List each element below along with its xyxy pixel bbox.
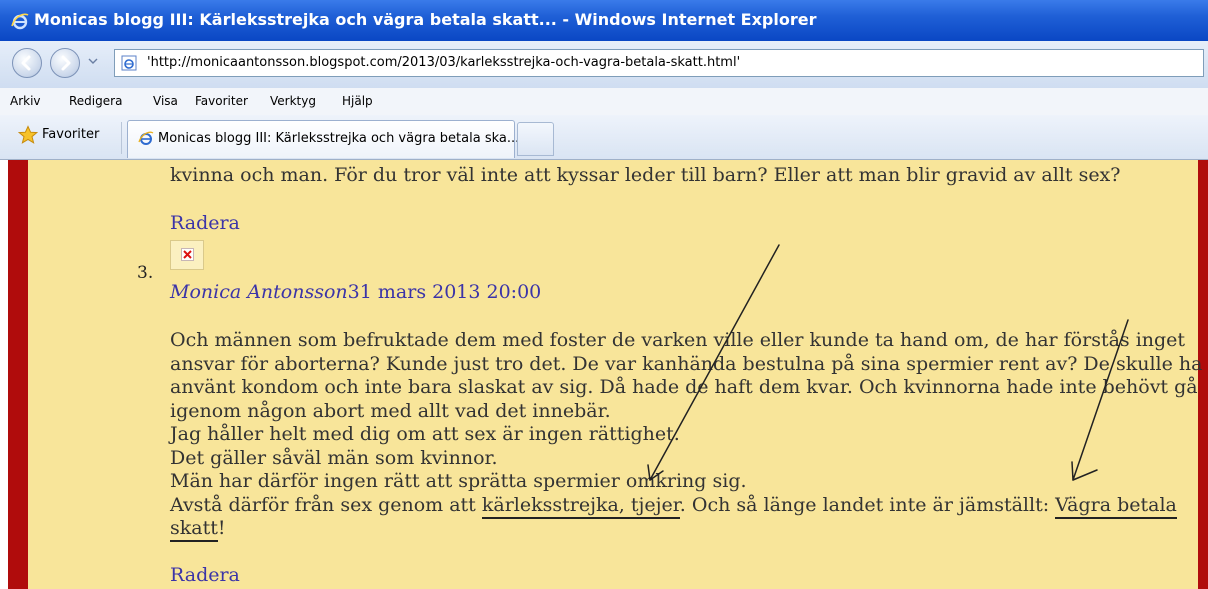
address-url[interactable]: 'http://monicaantonsson.blogspot.com/201… [147, 55, 740, 70]
menu-visa[interactable]: Visa [153, 94, 178, 108]
comment-line: igenom någon abort med allt vad det inne… [170, 399, 611, 422]
comment-line: ansvar för aborterna? Kunde just tro det… [170, 352, 1203, 375]
broken-image-icon [181, 248, 194, 261]
chevron-down-icon[interactable] [88, 56, 98, 66]
window-title: Monicas blogg III: Kärleksstrejka och vä… [34, 10, 817, 29]
navigation-bar: 'http://monicaantonsson.blogspot.com/201… [0, 41, 1208, 89]
comment-timestamp-link[interactable]: 31 mars 2013 20:00 [348, 281, 542, 303]
new-tab-button[interactable] [517, 122, 554, 156]
comment-line: Jag håller helt med dig om att sex är in… [170, 423, 680, 445]
menu-hjalp[interactable]: Hjälp [342, 94, 373, 108]
favorites-tab-bar: Favoriter Monicas blogg III: Kärleksstre… [0, 115, 1208, 160]
previous-comment-text: kvinna och man. För du tror väl inte att… [170, 164, 1121, 186]
comment-line: Avstå därför från sex genom att kärlekss… [170, 493, 1180, 519]
page-icon [121, 55, 137, 71]
highlighted-phrase-vägra-betala: Vägra betala [1055, 493, 1177, 519]
ie-page-icon [138, 131, 154, 145]
menu-favoriter[interactable]: Favoriter [195, 94, 248, 108]
comment-line: använt kondom och inte bara slaskat av s… [170, 376, 1198, 398]
comment-header: Monica Antonsson31 mars 2013 20:00 [170, 281, 541, 303]
address-bar[interactable]: 'http://monicaantonsson.blogspot.com/201… [114, 49, 1204, 77]
menu-arkiv[interactable]: Arkiv [10, 94, 41, 108]
back-button[interactable] [12, 48, 42, 78]
arrow-right-icon [61, 55, 71, 71]
comment-author-link[interactable]: Monica Antonsson [170, 281, 348, 303]
comment-line: Män har därför ingen rätt att sprätta sp… [170, 470, 747, 492]
page-content: kvinna och man. För du tror väl inte att… [0, 160, 1208, 589]
highlighted-phrase-skatt: skatt [170, 517, 218, 542]
window-title-bar: Monicas blogg III: Kärleksstrejka och vä… [0, 0, 1208, 41]
menu-redigera[interactable]: Redigera [69, 94, 122, 108]
comment-number: 3. [137, 263, 154, 283]
forward-button[interactable] [50, 48, 80, 78]
ie-logo-icon [11, 13, 29, 30]
delete-comment-link[interactable]: Radera [170, 564, 240, 586]
tab-monicas-blogg[interactable]: Monicas blogg III: Kärleksstrejka och vä… [127, 120, 519, 158]
divider [121, 122, 122, 154]
avatar [170, 240, 204, 270]
text-segment: ! [217, 517, 226, 539]
delete-comment-link[interactable]: Radera [170, 212, 240, 234]
text-segment: . Och så länge landet inte är jämställt: [679, 493, 1056, 516]
comment-line: Det gäller såväl män som kvinnor. [170, 446, 498, 469]
menu-bar: Arkiv Redigera Visa Favoriter Verktyg Hj… [0, 88, 1208, 116]
favorites-button[interactable]: Favoriter [42, 127, 99, 142]
highlighted-phrase-kärleksstrejka: kärleksstrejka, tjejer [481, 493, 680, 519]
arrow-left-icon [21, 55, 31, 71]
comment-body: Och männen som befruktade dem med foster… [170, 329, 1203, 542]
tab-label: Monicas blogg III: Kärleksstrejka och vä… [158, 131, 520, 146]
text-segment: Avstå därför från sex genom att [170, 493, 482, 516]
left-border [8, 160, 28, 589]
favorites-star-icon[interactable] [18, 125, 38, 145]
comment-line: skatt! [170, 517, 1180, 542]
comment-line: Och männen som befruktade dem med foster… [170, 329, 1186, 351]
menu-verktyg[interactable]: Verktyg [270, 94, 316, 108]
